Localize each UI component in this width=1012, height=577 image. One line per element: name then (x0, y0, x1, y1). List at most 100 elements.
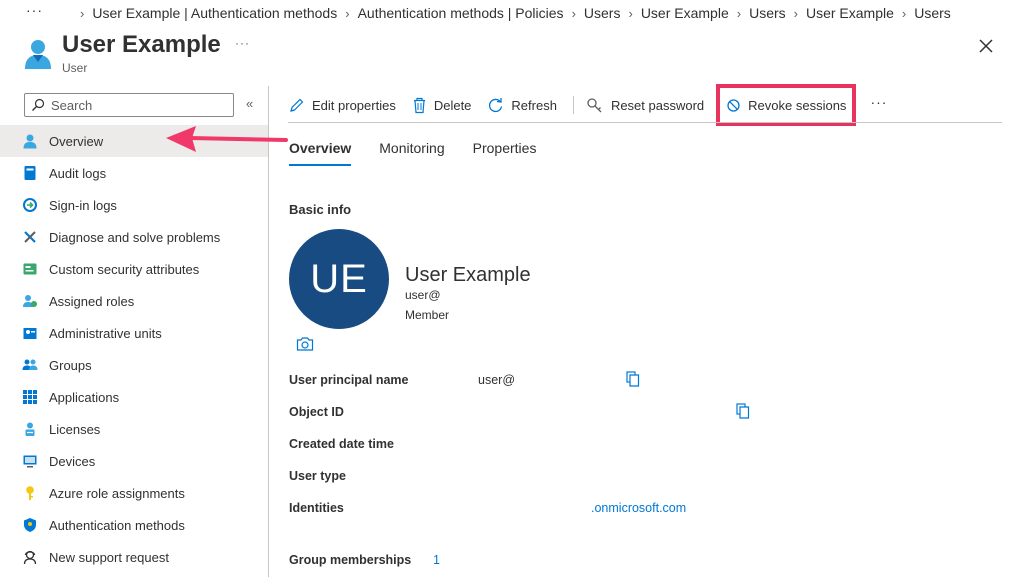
reset-password-label: Reset password (610, 97, 705, 113)
key-search-icon (587, 97, 602, 112)
nav-list: Overview Audit logs Sign-in logs Diagnose a… (0, 125, 268, 573)
sidebar-item-new-support-request[interactable]: New support request (0, 541, 268, 573)
revoke-sessions-button[interactable]: Revoke sessions (716, 84, 857, 126)
breadcrumb-link[interactable]: User Example (641, 5, 729, 21)
sidebar-item-label: New support request (49, 549, 169, 565)
roles-icon (22, 293, 38, 309)
header-more-button[interactable]: ··· (235, 36, 250, 50)
search-box[interactable] (24, 93, 234, 117)
sidebar-item-label: Applications (49, 389, 120, 405)
user-display-name: User Example (405, 264, 531, 286)
sidebar-item-custom-security-attributes[interactable]: Custom security attributes (0, 253, 268, 285)
apps-grid-icon (22, 389, 38, 405)
sign-in-icon (22, 197, 38, 213)
sidebar-item-groups[interactable]: Groups (0, 349, 268, 381)
sidebar-item-assigned-roles[interactable]: Assigned roles (0, 285, 268, 317)
edit-properties-button[interactable]: Edit properties (288, 88, 396, 122)
upn-value: user@ (478, 373, 516, 387)
copy-upn-icon[interactable] (626, 371, 640, 387)
user-icon (25, 40, 51, 69)
sidebar-item-sign-in-logs[interactable]: Sign-in logs (0, 189, 268, 221)
more-commands-button[interactable]: ··· (870, 94, 887, 110)
collapse-nav-button[interactable]: « (246, 96, 253, 111)
delete-button[interactable]: Delete (412, 88, 472, 122)
page-title: User Example (62, 31, 221, 58)
sidebar-item-label: Overview (49, 133, 104, 149)
tab-strip: Overview Monitoring Properties (289, 140, 564, 166)
revoke-sessions-label: Revoke sessions (748, 97, 847, 113)
tab-overview[interactable]: Overview (289, 140, 352, 166)
tab-properties[interactable]: Properties (473, 140, 537, 166)
trash-icon (413, 97, 425, 113)
sidebar-item-licenses[interactable]: Licenses (0, 413, 268, 445)
close-icon[interactable] (976, 36, 996, 56)
sidebar-item-label: Devices (49, 453, 96, 469)
copy-object-id-icon[interactable] (736, 403, 750, 419)
page-subtitle: User (62, 61, 88, 75)
breadcrumb-separator: › (571, 5, 576, 21)
group-memberships-link[interactable]: 1 (433, 553, 440, 567)
sidebar-item-label: Azure role assignments (49, 485, 185, 501)
basic-info-title: Basic info (289, 202, 352, 217)
avatar: UE (289, 229, 389, 329)
refresh-label: Refresh (511, 97, 557, 113)
sidebar-item-applications[interactable]: Applications (0, 381, 268, 413)
object-id-label: Object ID (289, 405, 344, 419)
breadcrumb-separator: › (901, 5, 907, 21)
breadcrumb-separator: › (736, 5, 742, 21)
sidebar-item-audit-logs[interactable]: Audit logs (0, 157, 268, 189)
attributes-icon (22, 261, 38, 277)
breadcrumb-list: › User Example | Authentication methods › A… (72, 5, 951, 21)
breadcrumb-more-button[interactable]: ··· (26, 2, 43, 18)
delete-label: Delete (433, 97, 472, 113)
user-upn-short: user@ (405, 288, 441, 302)
breadcrumb-link[interactable]: User Example (806, 5, 894, 21)
refresh-button[interactable]: Refresh (487, 88, 557, 122)
breadcrumb-link[interactable]: Users (914, 5, 951, 21)
key-icon (22, 485, 38, 501)
sidebar-item-label: Groups (49, 357, 92, 373)
annotation-arrow (166, 126, 288, 152)
created-date-label: Created date time (289, 437, 394, 451)
sidebar-item-label: Diagnose and solve problems (49, 229, 221, 245)
groups-icon (22, 357, 38, 373)
breadcrumb-link[interactable]: Users (584, 5, 621, 21)
identities-link[interactable]: .onmicrosoft.com (591, 501, 686, 515)
breadcrumb-separator: › (628, 5, 633, 21)
sidebar-item-administrative-units[interactable]: Administrative units (0, 317, 268, 349)
sidebar-item-azure-role-assignments[interactable]: Azure role assignments (0, 477, 268, 509)
command-separator (572, 96, 574, 114)
sidebar-item-label: Audit logs (49, 165, 107, 181)
device-icon (22, 453, 38, 469)
tab-monitoring[interactable]: Monitoring (379, 140, 444, 166)
block-icon (727, 98, 740, 112)
upn-label: User principal name (289, 373, 409, 387)
breadcrumb-link[interactable]: User Example | Authentication methods (92, 5, 337, 21)
reset-password-button[interactable]: Reset password (586, 88, 704, 122)
sidebar-item-label: Sign-in logs (49, 197, 117, 213)
breadcrumb-link[interactable]: Users (749, 5, 786, 21)
command-bar-divider (288, 122, 1002, 123)
camera-icon[interactable] (296, 336, 314, 352)
wrench-icon (22, 229, 38, 245)
sidebar-item-diagnose-and-solve-problems[interactable]: Diagnose and solve problems (0, 221, 268, 253)
search-input[interactable] (51, 97, 221, 113)
pencil-icon (290, 98, 304, 112)
user-type-short: Member (405, 308, 450, 322)
identities-label: Identities (289, 501, 344, 515)
breadcrumb-link[interactable]: Authentication methods | Policies (358, 5, 564, 21)
edit-properties-label: Edit properties (312, 97, 396, 113)
license-icon (22, 421, 38, 437)
sidebar-item-label: Custom security attributes (49, 261, 200, 277)
user-type-label: User type (289, 469, 346, 483)
audit-log-icon (22, 165, 38, 181)
sidebar-item-devices[interactable]: Devices (0, 445, 268, 477)
breadcrumb-separator: › (793, 5, 798, 21)
user-icon (22, 133, 38, 149)
breadcrumb: ··· › User Example | Authentication metho… (0, 0, 1012, 26)
sidebar-item-label: Assigned roles (49, 293, 135, 309)
breadcrumb-separator: › (345, 5, 350, 21)
admin-units-icon (22, 325, 38, 341)
sidebar-item-authentication-methods[interactable]: Authentication methods (0, 509, 268, 541)
breadcrumb-separator: › (80, 5, 85, 21)
